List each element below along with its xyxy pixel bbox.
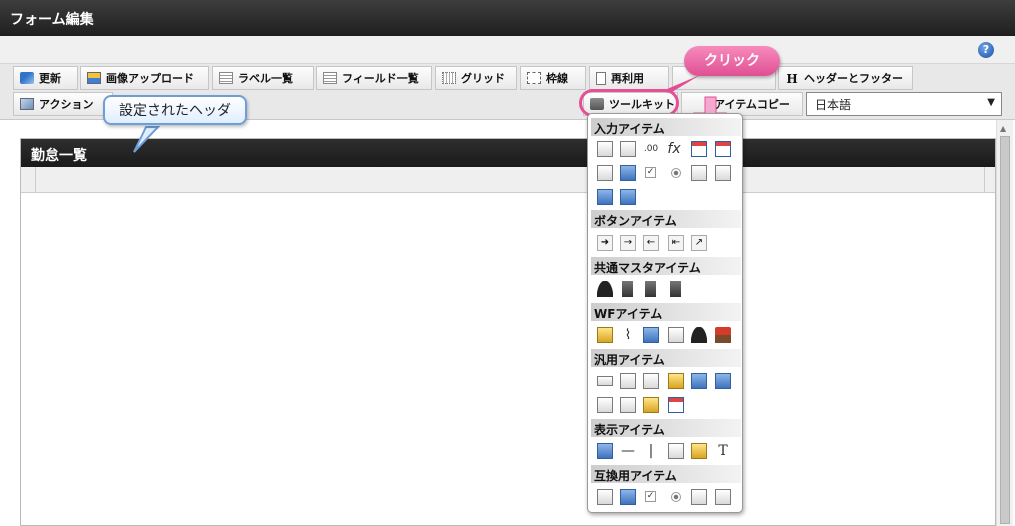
- hidden-field-tool-icon[interactable]: [597, 376, 613, 386]
- textbox-tool-icon[interactable]: [597, 141, 613, 157]
- date-tool-icon[interactable]: [691, 141, 707, 157]
- picture-tool-icon[interactable]: [691, 443, 707, 459]
- file-upload-tool-icon[interactable]: [597, 189, 613, 205]
- history-tool-icon[interactable]: [668, 327, 684, 343]
- department-tool-icon[interactable]: [645, 281, 656, 297]
- attachment-tool-icon[interactable]: ⌇: [620, 327, 636, 343]
- number-tool-icon[interactable]: .00: [643, 141, 659, 157]
- compat-listbox-tool-icon[interactable]: [715, 489, 731, 505]
- section-button-items: ボタンアイテム: [591, 210, 741, 228]
- camera-tool-icon[interactable]: [643, 373, 659, 389]
- vline-tool-icon[interactable]: |: [643, 443, 659, 459]
- radio-tool-icon[interactable]: [671, 168, 681, 178]
- return-tool-icon[interactable]: ⇤: [668, 235, 684, 251]
- callout-tail: [133, 126, 161, 153]
- section-compat-items: 互換用アイテム: [591, 465, 741, 483]
- document-tool-icon[interactable]: [620, 373, 636, 389]
- section-display-items: 表示アイテム: [591, 419, 741, 437]
- compat-checkbox-tool-icon[interactable]: ✓: [645, 491, 656, 502]
- stamp-tool-icon[interactable]: [715, 327, 731, 343]
- media-tool-icon[interactable]: [620, 397, 636, 413]
- label-tool-icon[interactable]: [597, 443, 613, 459]
- compat-combo-tool-icon[interactable]: [691, 489, 707, 505]
- panel-tool-icon[interactable]: [597, 397, 613, 413]
- user-tool-icon[interactable]: [597, 281, 613, 297]
- header-callout: 設定されたヘッダ: [103, 95, 247, 125]
- rectangle-tool-icon[interactable]: [668, 443, 684, 459]
- combo-tool-icon[interactable]: [691, 165, 707, 181]
- section-wf-items: WFアイテム: [591, 303, 741, 321]
- text-tool-icon[interactable]: T: [715, 443, 731, 459]
- table-tool-icon[interactable]: [620, 189, 636, 205]
- compat-select-tool-icon[interactable]: [597, 489, 613, 505]
- approver-tool-icon[interactable]: [691, 327, 707, 343]
- section-input-items: 入力アイテム: [591, 118, 741, 136]
- toolkit-panel: 入力アイテム .00 fx ✓ ボタンアイテム ➜ → ← ⇤ ↗ 共通マスタア…: [587, 113, 743, 513]
- datetime-tool-icon[interactable]: [715, 141, 731, 157]
- company-tool-icon[interactable]: [670, 281, 681, 297]
- textarea-tool-icon[interactable]: [620, 141, 636, 157]
- formula-tool-icon[interactable]: fx: [666, 141, 682, 157]
- tree-tool-icon[interactable]: [643, 397, 659, 413]
- list-tool-icon[interactable]: [620, 165, 636, 181]
- jump-tool-icon[interactable]: ↗: [691, 235, 707, 251]
- clipboard-tool-icon[interactable]: [597, 327, 613, 343]
- download-tool-icon[interactable]: [715, 373, 731, 389]
- select-tool-icon[interactable]: [597, 165, 613, 181]
- calendar-tool-icon[interactable]: [668, 397, 684, 413]
- image-tool-icon[interactable]: [643, 327, 659, 343]
- compat-list-tool-icon[interactable]: [620, 489, 636, 505]
- organization-tool-icon[interactable]: [622, 281, 633, 297]
- search-tool-icon[interactable]: [668, 373, 684, 389]
- hline-tool-icon[interactable]: —: [620, 443, 636, 459]
- click-callout: クリック: [684, 46, 780, 76]
- compat-radio-tool-icon[interactable]: [671, 492, 681, 502]
- section-common-master-items: 共通マスタアイテム: [591, 257, 741, 275]
- section-general-items: 汎用アイテム: [591, 349, 741, 367]
- listbox-tool-icon[interactable]: [715, 165, 731, 181]
- annotation-arrows: [133, 75, 728, 153]
- forward-tool-icon[interactable]: →: [620, 235, 636, 251]
- back-tool-icon[interactable]: ←: [643, 235, 659, 251]
- upload-tool-icon[interactable]: [691, 373, 707, 389]
- submit-tool-icon[interactable]: ➜: [597, 235, 613, 251]
- checkbox-tool-icon[interactable]: ✓: [645, 167, 656, 178]
